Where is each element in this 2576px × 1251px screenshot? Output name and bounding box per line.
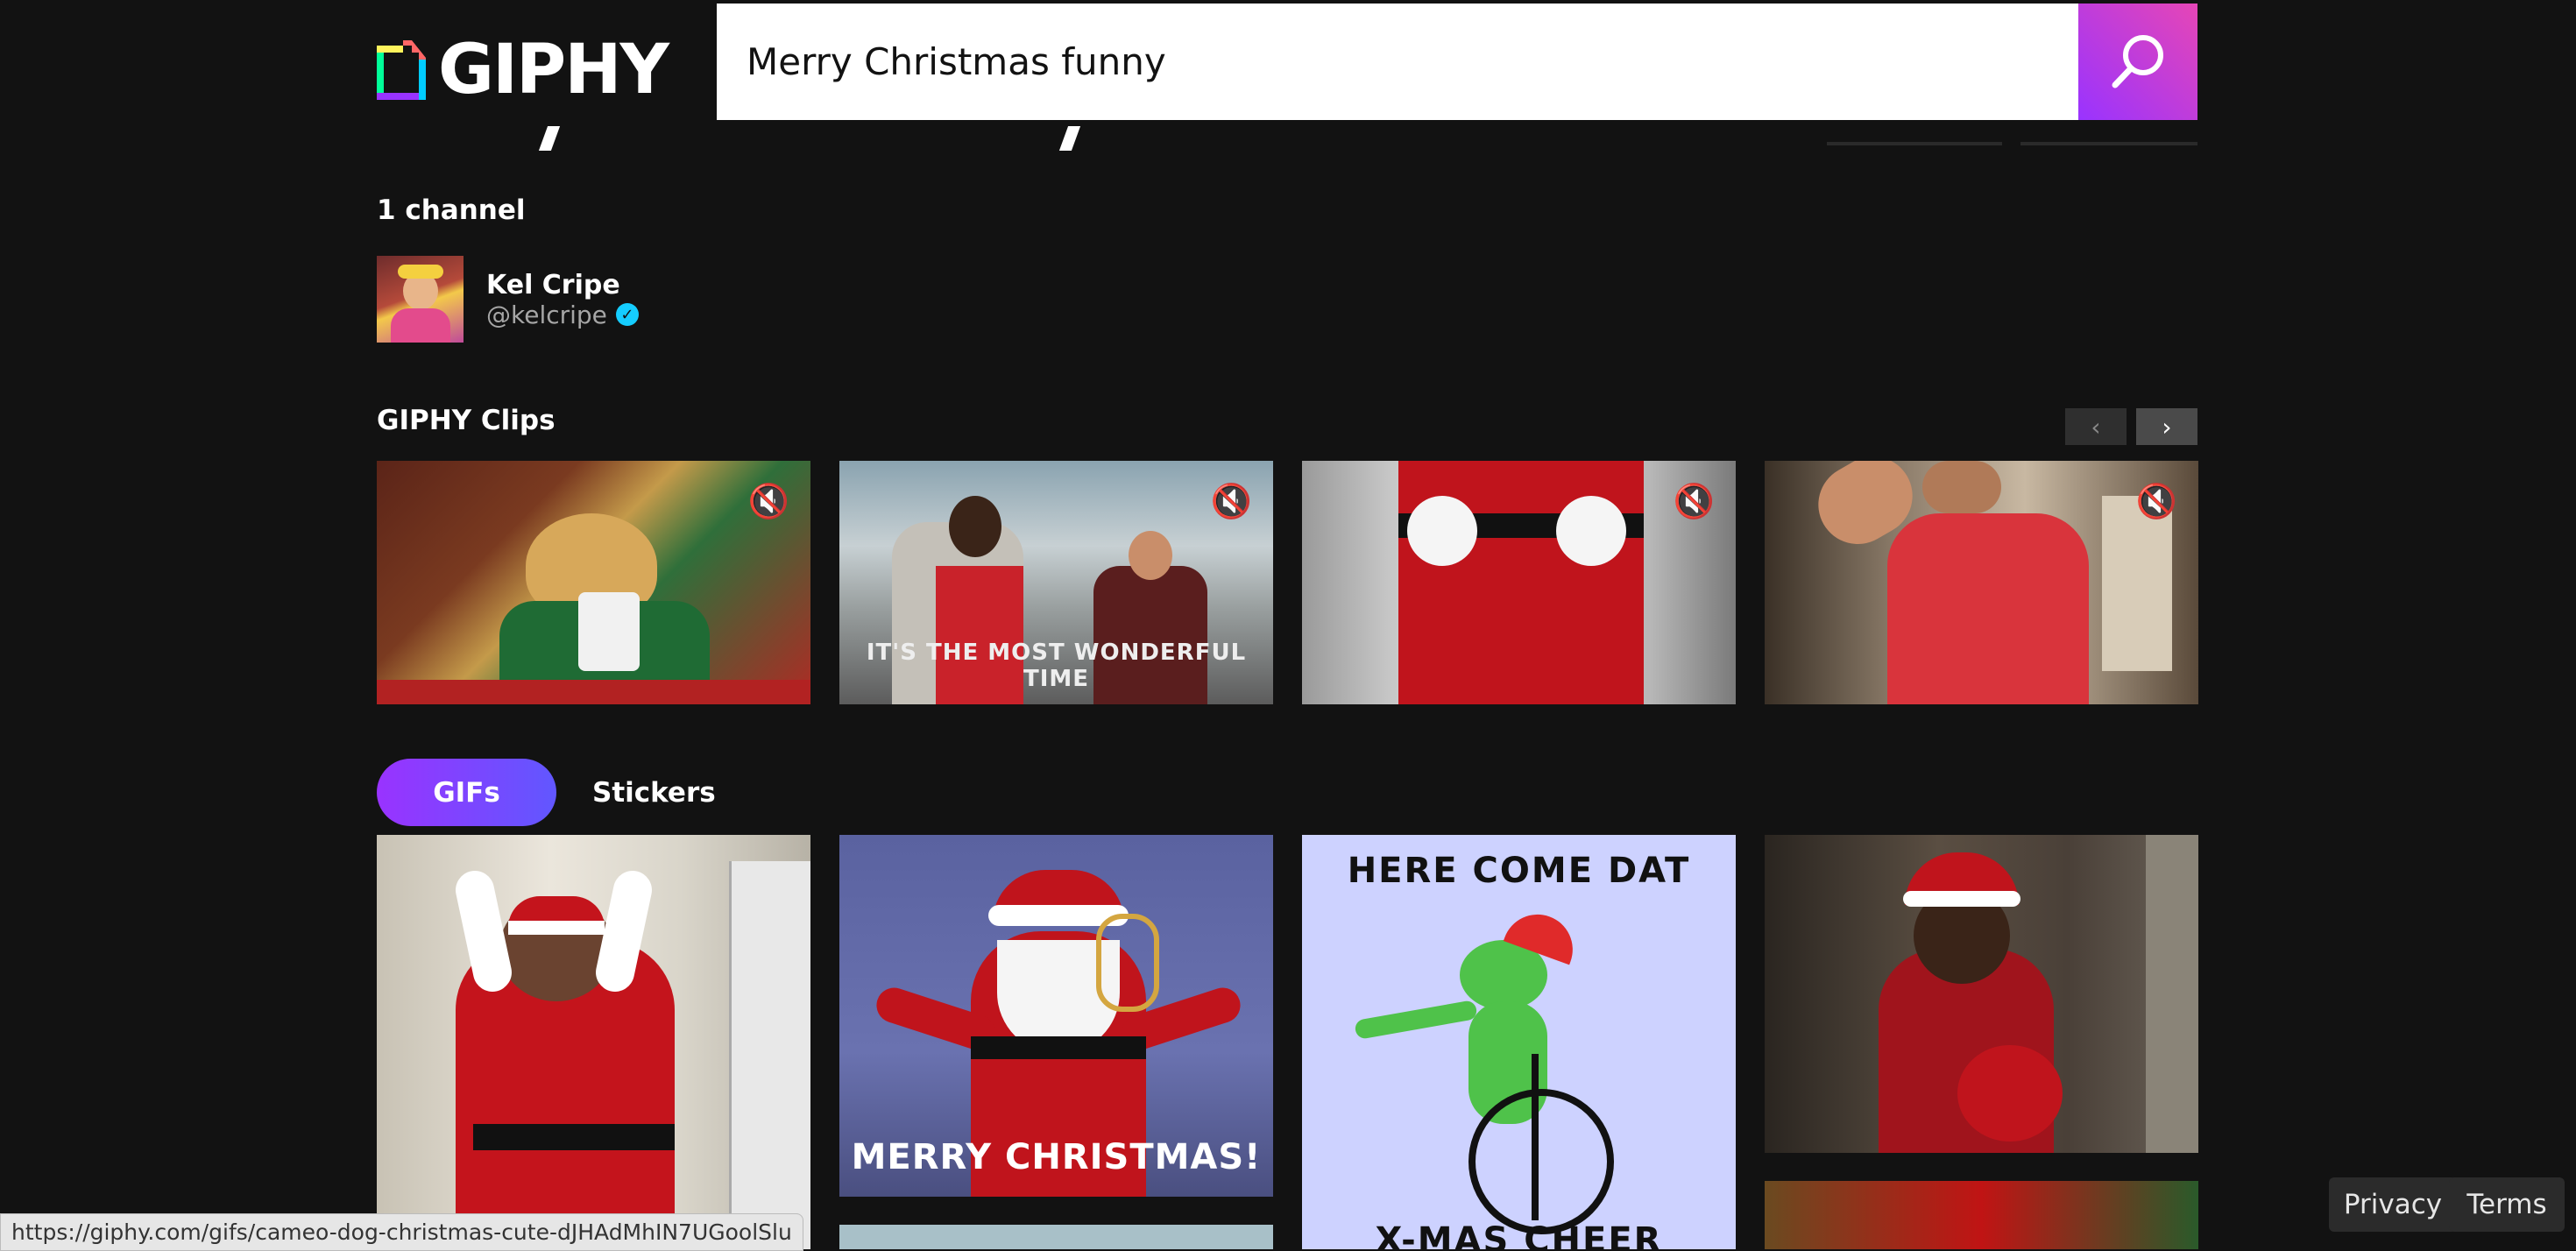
mute-icon[interactable]: 🔇 bbox=[2136, 482, 2177, 521]
gif-item[interactable] bbox=[1765, 835, 2198, 1153]
clip-card[interactable]: 🔇 bbox=[1302, 461, 1736, 704]
clip-card[interactable]: 🔇 bbox=[1765, 461, 2198, 704]
channel-handle-text: @kelcripe bbox=[486, 300, 607, 329]
gif-item[interactable] bbox=[377, 835, 810, 1249]
verified-badge-icon: ✓ bbox=[615, 303, 639, 326]
mute-icon[interactable]: 🔇 bbox=[1674, 482, 1715, 521]
terms-link[interactable]: Terms bbox=[2449, 1177, 2565, 1232]
search-bar[interactable] bbox=[717, 4, 2197, 120]
giphy-logo-icon bbox=[377, 40, 426, 100]
gif-caption: X-MAS CHEER bbox=[1375, 1220, 1663, 1249]
gif-caption: MERRY CHRISTMAS! bbox=[851, 1137, 1262, 1177]
gif-item[interactable]: HERE COME DAT X-MAS CHEER bbox=[1302, 835, 1736, 1249]
gif-caption: HERE COME DAT bbox=[1347, 851, 1691, 891]
search-icon bbox=[2112, 34, 2163, 88]
clips-next-button[interactable]: › bbox=[2136, 408, 2197, 445]
tab-gifs[interactable]: GIFs bbox=[377, 759, 556, 826]
chevron-left-icon: ‹ bbox=[2091, 412, 2101, 442]
gif-item[interactable] bbox=[1765, 1181, 2198, 1249]
channel-name[interactable]: Kel Cripe bbox=[486, 270, 639, 300]
channel-handle: @kelcripe ✓ bbox=[486, 300, 639, 329]
clip-card[interactable]: 🔇 IT'S THE MOST WONDERFUL TIME bbox=[839, 461, 1273, 704]
sort-control-relevant[interactable] bbox=[2020, 142, 2197, 145]
channel-card[interactable]: Kel Cripe @kelcripe ✓ bbox=[377, 256, 639, 343]
privacy-link[interactable]: Privacy bbox=[2329, 1177, 2457, 1232]
search-input[interactable] bbox=[717, 4, 2078, 120]
avatar[interactable] bbox=[377, 256, 464, 343]
giphy-wordmark: GIPHY bbox=[438, 31, 669, 110]
status-url: https://giphy.com/gifs/cameo-dog-christm… bbox=[0, 1213, 803, 1251]
sort-control-trending[interactable] bbox=[1827, 142, 2002, 145]
chevron-right-icon: › bbox=[2162, 412, 2172, 442]
search-button[interactable] bbox=[2078, 4, 2197, 120]
gif-item[interactable]: MERRY CHRISTMAS! bbox=[839, 835, 1273, 1197]
title-remnant bbox=[377, 126, 1095, 151]
mute-icon[interactable]: 🔇 bbox=[748, 482, 789, 521]
clips-heading: GIPHY Clips bbox=[377, 405, 556, 436]
mute-icon[interactable]: 🔇 bbox=[1211, 482, 1252, 521]
channels-heading: 1 channel bbox=[377, 194, 526, 226]
clip-card[interactable]: 🔇 bbox=[377, 461, 810, 704]
giphy-logo[interactable]: GIPHY bbox=[377, 31, 669, 110]
tab-stickers[interactable]: Stickers bbox=[592, 759, 716, 826]
clip-caption: IT'S THE MOST WONDERFUL TIME bbox=[866, 640, 1247, 692]
gif-item[interactable] bbox=[839, 1225, 1273, 1249]
clips-prev-button[interactable]: ‹ bbox=[2065, 408, 2127, 445]
